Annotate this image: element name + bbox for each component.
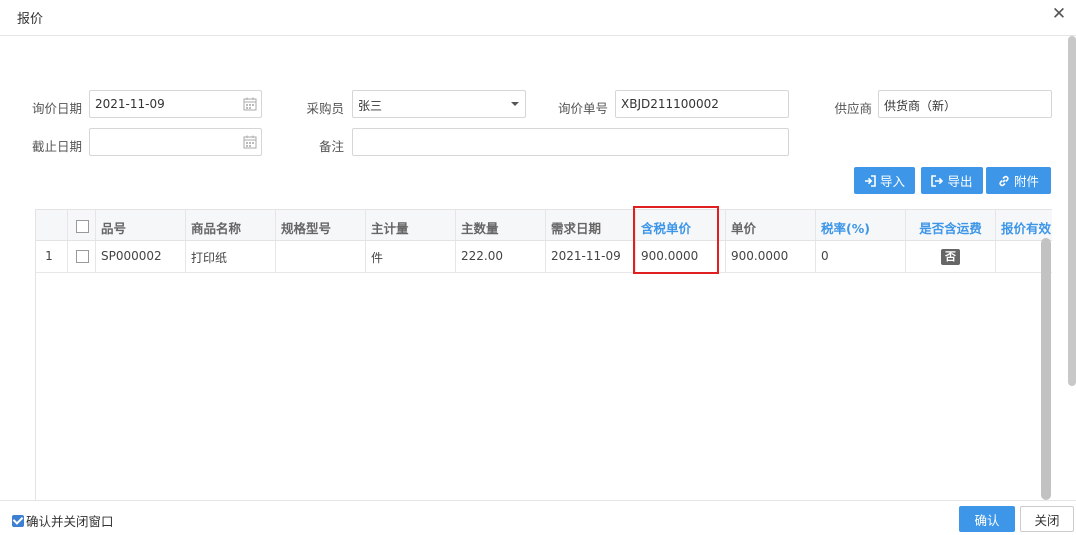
buyer-value: 张三 <box>358 99 383 113</box>
supplier-label: 供应商 <box>834 101 872 116</box>
cell-item-name[interactable]: 打印纸 <box>186 241 276 272</box>
inquiry-date-label: 询价日期 <box>31 101 82 116</box>
cell-tax-rate[interactable]: 0 <box>816 241 906 272</box>
supplier-field[interactable]: 供货商（新） <box>878 90 1052 118</box>
inquiry-no-value: XBJD211100002 <box>621 97 719 111</box>
link-icon <box>999 175 1009 186</box>
remark-field[interactable] <box>352 128 789 156</box>
inquiry-date-field[interactable]: 2021-11-09 <box>89 90 262 118</box>
buyer-label: 采购员 <box>306 101 344 116</box>
export-label: 导出 <box>947 174 973 189</box>
confirm-close-checkbox[interactable]: 确认并关闭窗口 <box>12 511 114 530</box>
quote-table: 品号 商品名称 规格型号 主计量 主数量 需求日期 含税单价 单价 税率(%) … <box>35 209 1052 501</box>
cell-freight[interactable]: 否 <box>906 241 996 272</box>
attachment-label: 附件 <box>1013 174 1039 189</box>
freight-badge[interactable]: 否 <box>941 249 960 265</box>
page-scrollbar[interactable] <box>1068 36 1076 386</box>
inquiry-no-field[interactable]: XBJD211100002 <box>615 90 789 118</box>
row-checkbox[interactable] <box>76 250 89 263</box>
cell-qty[interactable]: 222.00 <box>456 241 546 272</box>
header-freight[interactable]: 是否含运费 <box>906 210 996 240</box>
export-button[interactable]: 导出 <box>921 167 983 194</box>
dialog-title: 报价 <box>17 12 44 27</box>
header-select-all[interactable] <box>68 210 96 240</box>
header-req-date[interactable]: 需求日期 <box>546 210 636 240</box>
import-label: 导入 <box>879 174 905 189</box>
select-all-checkbox[interactable] <box>76 220 89 233</box>
highlight-box <box>633 206 719 274</box>
calendar-icon[interactable] <box>243 135 257 149</box>
remark-label: 备注 <box>318 139 344 154</box>
deadline-field[interactable] <box>89 128 262 156</box>
confirm-close-label[interactable]: 确认并关闭窗口 <box>26 511 114 530</box>
confirm-button[interactable]: 确认 <box>959 506 1015 532</box>
calendar-icon[interactable] <box>243 97 257 111</box>
buyer-select[interactable]: 张三 <box>352 90 526 118</box>
cell-price[interactable]: 900.0000 <box>726 241 816 272</box>
header-item-name[interactable]: 商品名称 <box>186 210 276 240</box>
header-item-no[interactable]: 品号 <box>96 210 186 240</box>
title-bar: 报价 ✕ <box>0 0 1076 36</box>
footer-bar: 确认并关闭窗口 确认 关闭 <box>0 500 1076 535</box>
deadline-label: 截止日期 <box>31 139 82 154</box>
row-index: 1 <box>36 241 68 272</box>
table-scrollbar[interactable] <box>1041 238 1051 500</box>
inquiry-no-label: 询价单号 <box>557 101 608 116</box>
cell-req-date[interactable]: 2021-11-09 <box>546 241 636 272</box>
checkbox-checked-icon[interactable] <box>12 514 24 527</box>
cell-item-no[interactable]: SP000002 <box>96 241 186 272</box>
cell-unit[interactable]: 件 <box>366 241 456 272</box>
export-icon <box>931 174 944 187</box>
import-button[interactable]: 导入 <box>854 167 915 194</box>
quote-dialog: 报价 ✕ 询价日期 2021-11-09 采购员 张三 询价单号 XBJD211… <box>0 0 1076 535</box>
table-row[interactable]: 1 SP000002 打印纸 件 222.00 2021-11-09 900.0… <box>36 241 1052 273</box>
row-select[interactable] <box>68 241 96 272</box>
attachment-button[interactable]: 附件 <box>986 167 1051 194</box>
header-price[interactable]: 单价 <box>726 210 816 240</box>
inquiry-date-value: 2021-11-09 <box>95 97 165 111</box>
header-unit[interactable]: 主计量 <box>366 210 456 240</box>
cell-spec[interactable] <box>276 241 366 272</box>
header-valid[interactable]: 报价有效 <box>996 210 1052 240</box>
import-icon <box>864 174 876 187</box>
header-index <box>36 210 68 240</box>
header-spec[interactable]: 规格型号 <box>276 210 366 240</box>
close-button[interactable]: 关闭 <box>1020 506 1074 532</box>
supplier-value: 供货商（新） <box>884 99 957 113</box>
table-header: 品号 商品名称 规格型号 主计量 主数量 需求日期 含税单价 单价 税率(%) … <box>36 210 1052 241</box>
close-icon[interactable]: ✕ <box>1050 5 1068 23</box>
header-tax-rate[interactable]: 税率(%) <box>816 210 906 240</box>
chevron-down-icon[interactable] <box>511 102 519 106</box>
header-qty[interactable]: 主数量 <box>456 210 546 240</box>
